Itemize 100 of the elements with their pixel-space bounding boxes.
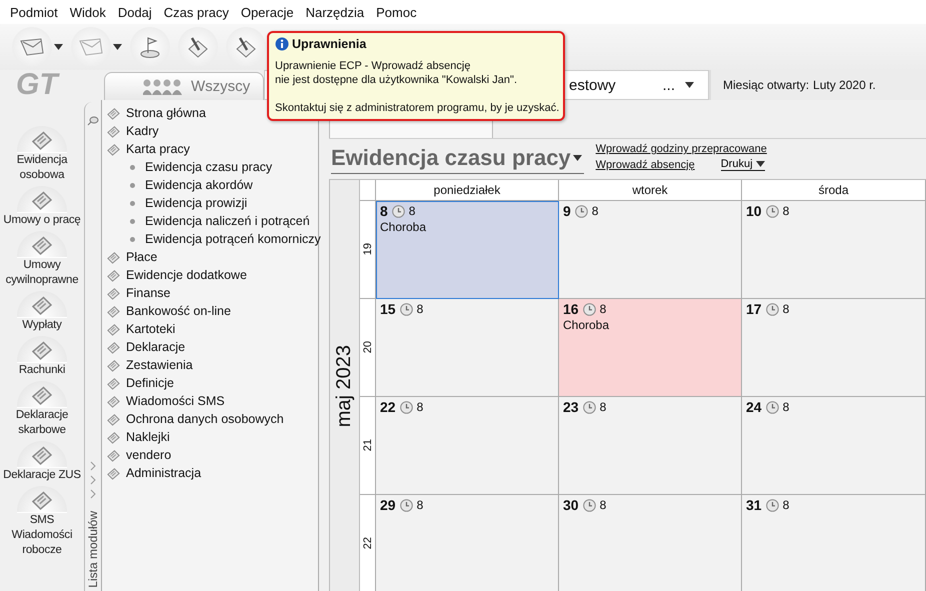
bullet-icon <box>130 182 135 188</box>
tooltip-text: nie jest dostępne dla użytkownika "Kowalski Jan". <box>275 73 518 87</box>
tree-item[interactable]: Administracja <box>102 464 208 482</box>
week-number-cell: 22 <box>360 495 376 591</box>
clock-icon <box>400 400 413 414</box>
module-icon <box>106 304 121 318</box>
tree-item[interactable]: Ochrona danych osobowych <box>102 410 290 428</box>
header-corner <box>360 180 376 201</box>
nav-item[interactable]: Deklaracje skarbowe <box>0 381 84 438</box>
menu-item[interactable]: Widok <box>64 4 112 20</box>
menu-item[interactable]: Dodaj <box>112 4 158 20</box>
tree-item[interactable]: Finanse <box>102 284 176 302</box>
clock-icon <box>400 302 413 316</box>
day-number: 24 <box>746 399 762 415</box>
nav-item[interactable]: Deklaracje ZUS <box>0 441 84 483</box>
tree-item[interactable]: Deklaracje <box>102 338 192 356</box>
menu-item[interactable]: Pomoc <box>370 4 423 20</box>
tree-item[interactable]: vendero <box>102 446 178 464</box>
caret-icon <box>756 161 765 167</box>
tree-item[interactable]: Płace <box>102 248 164 266</box>
pen-icon <box>186 35 210 59</box>
day-number: 15 <box>380 301 396 317</box>
nav-item[interactable]: Ewidencja osobowa <box>0 126 84 183</box>
menu-item[interactable]: Narzędzia <box>300 4 370 20</box>
tree-item[interactable]: Ewidencja prowizji <box>102 194 254 212</box>
day-number: 16 <box>563 301 579 317</box>
module-icon <box>106 466 121 480</box>
tree-item[interactable]: Ewidencja potrąceń komorniczy <box>102 230 327 248</box>
menu-item[interactable]: Czas pracy <box>158 4 235 20</box>
hours: 8 <box>600 302 606 316</box>
hours: 8 <box>600 400 606 414</box>
tree-item[interactable]: Bankowość on-line <box>102 302 237 320</box>
caret-icon <box>54 44 63 50</box>
tree-item[interactable]: Strona główna <box>102 104 212 122</box>
view-title[interactable]: Ewidencja czasu pracy <box>331 143 584 174</box>
module-icon <box>106 412 121 426</box>
module-icon <box>106 394 121 408</box>
more-label: ... <box>662 76 675 94</box>
info-icon <box>275 37 289 51</box>
menu-item[interactable]: Operacje <box>234 4 300 20</box>
tree-item[interactable]: Zestawienia <box>102 356 199 374</box>
day-cell[interactable]: 23 8 <box>559 397 742 495</box>
module-icon <box>106 142 121 156</box>
clock-icon <box>582 400 596 414</box>
module-icon <box>106 448 121 462</box>
chevron-icon[interactable] <box>89 475 97 486</box>
nav-item[interactable]: Rachunki <box>0 336 84 378</box>
day-cell[interactable]: 15 8 <box>376 299 559 397</box>
day-cell[interactable]: 24 8 <box>742 397 926 495</box>
bullet-icon <box>130 218 135 224</box>
print-button[interactable]: Drukuj <box>720 158 765 171</box>
tree-item[interactable]: Ewidencja czasu pracy <box>102 158 278 176</box>
day-cell[interactable]: 17 8 <box>742 299 926 397</box>
day-cell[interactable]: 9 8 <box>559 201 742 299</box>
module-list-label[interactable]: Lista modułów <box>86 511 100 588</box>
nav-item[interactable]: Umowy o pracę <box>0 186 84 228</box>
tooltip-title: Uprawnienia <box>292 37 366 51</box>
module-icon <box>106 376 121 390</box>
nav-item[interactable]: Umowy cywilnoprawne <box>0 231 84 288</box>
tree-item[interactable]: Ewidencja akordów <box>102 176 259 194</box>
tree-item[interactable]: Naklejki <box>102 428 176 446</box>
tree-item[interactable]: Karta pracy <box>102 140 196 158</box>
tree-item[interactable]: Kadry <box>102 122 165 140</box>
tree-item[interactable]: Definicje <box>102 374 180 392</box>
module-icon <box>106 268 121 282</box>
hours: 8 <box>416 498 424 512</box>
bullet-icon <box>130 200 135 206</box>
hours: 8 <box>782 204 790 218</box>
day-number: 9 <box>563 203 571 219</box>
module-icon <box>106 250 121 264</box>
column-header: środa <box>742 180 926 201</box>
scope-tab[interactable]: Wszyscy <box>104 72 264 100</box>
people-icon <box>143 76 183 96</box>
nav-item[interactable]: Wypłaty <box>0 291 84 333</box>
day-number: 23 <box>563 399 579 415</box>
clock-icon <box>766 400 779 414</box>
caret-icon <box>113 44 122 50</box>
menu-item[interactable]: Podmiot <box>4 4 64 20</box>
nav-item[interactable]: SMS Wiadomości robocze <box>0 486 84 558</box>
day-cell[interactable]: 10 8 <box>742 201 926 299</box>
tree-item[interactable]: Ewidencja naliczeń i potrąceń <box>102 212 316 230</box>
scope-label: Wszyscy <box>191 78 250 95</box>
clock-icon <box>400 498 413 512</box>
module-icon <box>106 340 121 354</box>
tree-item[interactable]: Wiadomości SMS <box>102 392 231 410</box>
link[interactable]: Wprowadź absencję <box>596 158 695 170</box>
chevron-icon[interactable] <box>89 461 97 472</box>
open-month-value: Luty 2020 r. <box>813 78 876 92</box>
chevron-icon[interactable] <box>89 489 97 500</box>
week-number-cell: 21 <box>360 397 376 495</box>
tree-item[interactable]: Ewidencje dodatkowe <box>102 266 253 284</box>
day-number: 30 <box>563 497 579 513</box>
tree-item[interactable]: Kartoteki <box>102 320 182 338</box>
day-cell[interactable]: 22 8 <box>376 397 559 495</box>
day-number: 22 <box>380 399 396 415</box>
clock-icon <box>574 204 588 218</box>
link[interactable]: Wprowadź godziny przepracowane <box>596 143 767 155</box>
day-cell[interactable]: 16 8 Choroba <box>559 299 742 397</box>
day-cell[interactable]: 8 8 Choroba <box>376 201 559 299</box>
day-number: 8 <box>380 203 388 219</box>
